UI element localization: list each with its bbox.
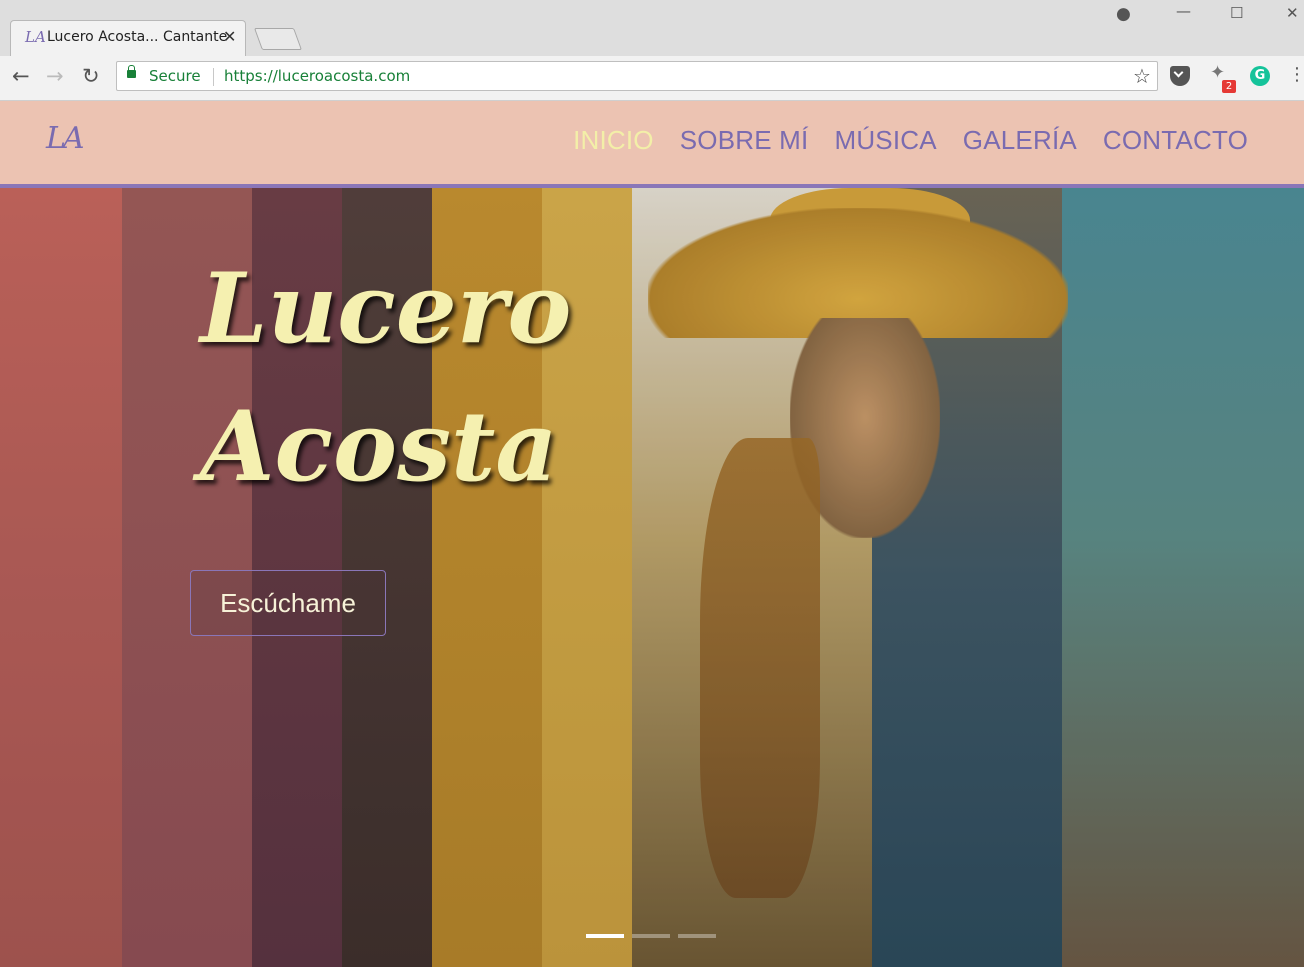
address-bar[interactable]: Secure https://luceroacosta.com ☆ (116, 61, 1158, 91)
bookmark-star-icon[interactable]: ☆ (1133, 64, 1151, 88)
reload-button[interactable]: ↻ (82, 64, 100, 88)
site-logo[interactable]: LA (46, 121, 85, 156)
main-navigation: INICIO SOBRE MÍ MÚSICA GALERÍA CONTACTO (573, 125, 1248, 156)
nav-item-galeria[interactable]: GALERÍA (963, 125, 1077, 156)
tab-close-icon[interactable]: ✕ (223, 27, 236, 46)
back-button[interactable]: ← (12, 64, 30, 88)
nav-item-contacto[interactable]: CONTACTO (1103, 125, 1248, 156)
url-text[interactable]: https://luceroacosta.com (224, 67, 410, 85)
minimize-button[interactable]: — (1176, 2, 1191, 20)
nav-item-inicio[interactable]: INICIO (573, 125, 654, 156)
site-header: LA INICIO SOBRE MÍ MÚSICA GALERÍA CONTAC… (0, 101, 1304, 188)
hero-title-line2: Acosta (200, 390, 558, 503)
carousel-indicator-2[interactable] (632, 934, 670, 938)
new-tab-button[interactable] (253, 28, 303, 50)
forward-button[interactable]: → (46, 64, 64, 88)
hero-carousel: Lucero Acosta Escúchame (0, 188, 1304, 967)
pocket-extension-icon[interactable] (1170, 66, 1190, 86)
browser-toolbar: ← → ↻ Secure https://luceroacosta.com ☆ … (0, 56, 1304, 101)
listen-button[interactable]: Escúchame (190, 570, 386, 636)
browser-tab-strip: LA Lucero Acosta... Cantante ✕ ● — ☐ ✕ (0, 0, 1304, 56)
maximize-button[interactable]: ☐ (1230, 4, 1243, 22)
browser-tab[interactable]: LA Lucero Acosta... Cantante ✕ (10, 20, 246, 56)
grammarly-extension-icon[interactable]: G (1250, 66, 1270, 86)
carousel-indicator-1[interactable] (586, 934, 624, 938)
nav-item-sobre-mi[interactable]: SOBRE MÍ (680, 125, 809, 156)
nav-item-musica[interactable]: MÚSICA (834, 125, 936, 156)
tab-favicon-icon: LA (25, 28, 46, 46)
lock-icon[interactable] (127, 65, 136, 78)
carousel-indicator-3[interactable] (678, 934, 716, 938)
omnibox-divider (213, 68, 214, 86)
hero-title: Lucero Acosta (200, 240, 571, 516)
hero-title-line1: Lucero (200, 252, 572, 365)
tab-title: Lucero Acosta... Cantante (47, 29, 228, 45)
extension-badge: 2 (1222, 80, 1236, 93)
secure-label[interactable]: Secure (149, 67, 201, 85)
profile-icon[interactable]: ● (1116, 4, 1131, 24)
browser-menu-icon[interactable]: ⋮ (1288, 64, 1304, 85)
close-window-button[interactable]: ✕ (1286, 4, 1299, 22)
